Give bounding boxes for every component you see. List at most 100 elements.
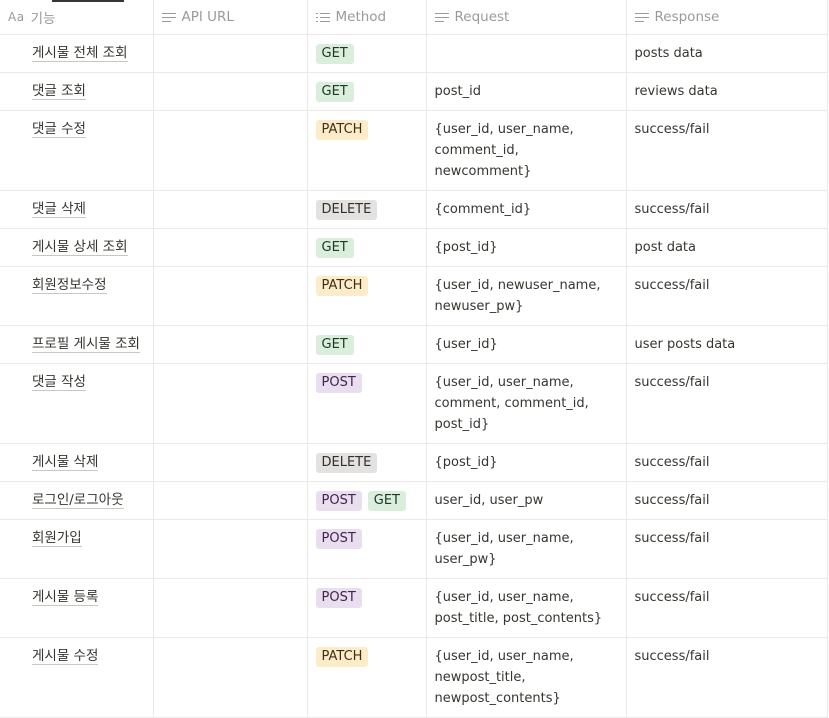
response-cell[interactable]: posts data — [626, 34, 828, 73]
table-row[interactable]: 회원가입 POST {user_id, user_name, user_pw} suc… — [0, 519, 828, 579]
feature-name[interactable]: 게시물 등록 — [32, 589, 99, 606]
method-cell[interactable]: PATCH — [307, 266, 427, 326]
feature-name[interactable]: 댓글 수정 — [32, 121, 86, 138]
table-row[interactable]: 회원정보수정 PATCH {user_id, newuser_name, newus… — [0, 266, 828, 326]
api-url-cell[interactable] — [153, 190, 308, 229]
response-cell[interactable]: success/fail — [626, 443, 828, 482]
api-url-cell[interactable] — [153, 519, 308, 579]
table-row[interactable]: 프로필 게시물 조회 GET {user_id} user posts data — [0, 325, 828, 364]
method-cell[interactable]: GET — [307, 325, 427, 364]
request-cell[interactable]: {user_id, newuser_name, newuser_pw} — [426, 266, 627, 326]
method-tag-delete: DELETE — [315, 453, 378, 473]
request-cell[interactable]: {post_id} — [426, 228, 627, 267]
method-cell[interactable]: GET — [307, 72, 427, 111]
feature-cell[interactable]: 프로필 게시물 조회 — [0, 325, 154, 364]
request-cell[interactable]: {user_id} — [426, 325, 627, 364]
api-url-cell[interactable] — [153, 481, 308, 520]
method-cell[interactable]: PATCH — [307, 637, 427, 718]
method-cell[interactable]: POST — [307, 519, 427, 579]
column-header-response[interactable]: Response — [626, 0, 828, 35]
response-cell[interactable]: success/fail — [626, 637, 828, 718]
feature-cell[interactable]: 회원정보수정 — [0, 266, 154, 326]
column-header-api-url[interactable]: API URL — [153, 0, 308, 35]
request-cell[interactable]: {user_id, user_name, comment, comment_id… — [426, 363, 627, 444]
feature-name[interactable]: 댓글 조회 — [32, 83, 86, 100]
api-url-cell[interactable] — [153, 325, 308, 364]
column-header-request[interactable]: Request — [426, 0, 627, 35]
api-url-cell[interactable] — [153, 72, 308, 111]
column-header-method[interactable]: Method — [307, 0, 427, 35]
response-cell[interactable]: reviews data — [626, 72, 828, 111]
feature-cell[interactable]: 댓글 삭제 — [0, 190, 154, 229]
feature-cell[interactable]: 댓글 조회 — [0, 72, 154, 111]
response-cell[interactable]: success/fail — [626, 519, 828, 579]
feature-name[interactable]: 댓글 삭제 — [32, 201, 86, 218]
api-url-cell[interactable] — [153, 578, 308, 638]
api-url-cell[interactable] — [153, 110, 308, 191]
request-cell[interactable]: {user_id, user_name, newpost_title, newp… — [426, 637, 627, 718]
feature-cell[interactable]: 댓글 작성 — [0, 363, 154, 444]
column-header-label: API URL — [181, 9, 234, 25]
request-cell[interactable] — [426, 34, 627, 73]
response-cell[interactable]: user posts data — [626, 325, 828, 364]
method-cell[interactable]: POST — [307, 363, 427, 444]
feature-cell[interactable]: 로그인/로그아웃 — [0, 481, 154, 520]
table-row[interactable]: 댓글 조회 GET post_id reviews data — [0, 72, 828, 111]
request-cell[interactable]: user_id, user_pw — [426, 481, 627, 520]
method-cell[interactable]: POST GET — [307, 481, 427, 520]
api-table: Aa 기능 API URL Method Request Response 게시… — [0, 0, 828, 718]
response-cell[interactable]: success/fail — [626, 578, 828, 638]
feature-cell[interactable]: 회원가입 — [0, 519, 154, 579]
table-row[interactable]: 게시물 수정 PATCH {user_id, user_name, newpost_… — [0, 637, 828, 718]
request-cell[interactable]: {post_id} — [426, 443, 627, 482]
method-cell[interactable]: GET — [307, 228, 427, 267]
feature-name[interactable]: 게시물 수정 — [32, 648, 99, 665]
feature-cell[interactable]: 게시물 전체 조회 — [0, 34, 154, 73]
response-cell[interactable]: success/fail — [626, 363, 828, 444]
feature-cell[interactable]: 게시물 상세 조회 — [0, 228, 154, 267]
request-cell[interactable]: post_id — [426, 72, 627, 111]
api-url-cell[interactable] — [153, 363, 308, 444]
feature-cell[interactable]: 게시물 등록 — [0, 578, 154, 638]
api-url-cell[interactable] — [153, 34, 308, 73]
table-row[interactable]: 댓글 삭제 DELETE {comment_id} success/fail — [0, 190, 828, 229]
feature-cell[interactable]: 게시물 삭제 — [0, 443, 154, 482]
table-row[interactable]: 게시물 등록 POST {user_id, user_name, post_titl… — [0, 578, 828, 638]
api-url-cell[interactable] — [153, 266, 308, 326]
method-cell[interactable]: DELETE — [307, 443, 427, 482]
table-row[interactable]: 로그인/로그아웃 POST GET user_id, user_pw success/f… — [0, 481, 828, 520]
feature-name[interactable]: 회원정보수정 — [32, 277, 107, 294]
request-cell[interactable]: {comment_id} — [426, 190, 627, 229]
request-cell[interactable]: {user_id, user_name, comment_id, newcomm… — [426, 110, 627, 191]
api-url-cell[interactable] — [153, 637, 308, 718]
method-cell[interactable]: GET — [307, 34, 427, 73]
feature-name[interactable]: 프로필 게시물 조회 — [32, 336, 140, 353]
response-cell[interactable]: success/fail — [626, 266, 828, 326]
response-cell[interactable]: post data — [626, 228, 828, 267]
column-header-feature[interactable]: Aa 기능 — [0, 0, 154, 35]
request-cell[interactable]: {user_id, user_name, post_title, post_co… — [426, 578, 627, 638]
feature-name[interactable]: 게시물 삭제 — [32, 454, 99, 471]
table-row[interactable]: 댓글 수정 PATCH {user_id, user_name, comment_i… — [0, 110, 828, 191]
feature-name[interactable]: 회원가입 — [32, 530, 82, 547]
response-cell[interactable]: success/fail — [626, 481, 828, 520]
feature-name[interactable]: 게시물 상세 조회 — [32, 239, 128, 256]
request-cell[interactable]: {user_id, user_name, user_pw} — [426, 519, 627, 579]
table-row[interactable]: 게시물 전체 조회 GET posts data — [0, 34, 828, 73]
api-url-cell[interactable] — [153, 228, 308, 267]
response-cell[interactable]: success/fail — [626, 110, 828, 191]
table-row[interactable]: 게시물 삭제 DELETE {post_id} success/fail — [0, 443, 828, 482]
method-cell[interactable]: PATCH — [307, 110, 427, 191]
method-tag-delete: DELETE — [315, 200, 378, 220]
feature-cell[interactable]: 댓글 수정 — [0, 110, 154, 191]
api-url-cell[interactable] — [153, 443, 308, 482]
response-cell[interactable]: success/fail — [626, 190, 828, 229]
table-row[interactable]: 게시물 상세 조회 GET {post_id} post data — [0, 228, 828, 267]
feature-cell[interactable]: 게시물 수정 — [0, 637, 154, 718]
feature-name[interactable]: 게시물 전체 조회 — [32, 45, 128, 62]
feature-name[interactable]: 댓글 작성 — [32, 374, 86, 391]
method-cell[interactable]: DELETE — [307, 190, 427, 229]
feature-name[interactable]: 로그인/로그아웃 — [32, 492, 124, 509]
method-cell[interactable]: POST — [307, 578, 427, 638]
table-row[interactable]: 댓글 작성 POST {user_id, user_name, comment, c… — [0, 363, 828, 444]
